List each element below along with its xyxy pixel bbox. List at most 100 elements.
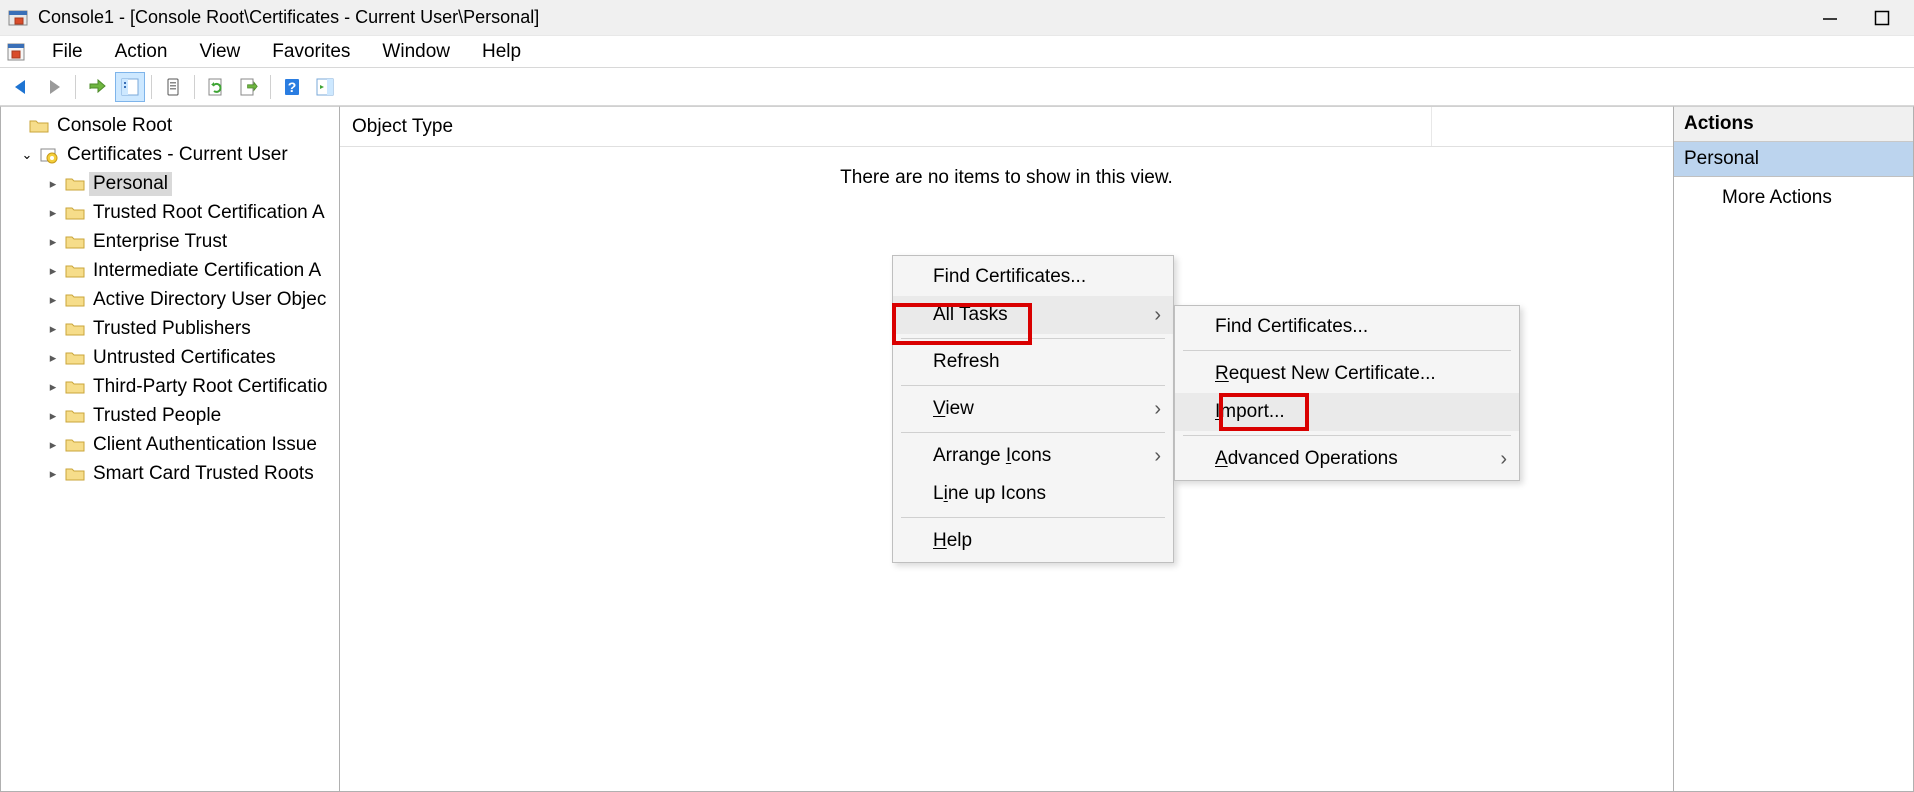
up-button[interactable] (82, 72, 112, 102)
menu-item[interactable]: Refresh (893, 343, 1173, 381)
tree-cert-root[interactable]: ⌄ Certificates - Current User (3, 140, 337, 169)
folder-icon (65, 379, 85, 395)
help-button[interactable]: ? (277, 72, 307, 102)
show-actions-button[interactable] (310, 72, 340, 102)
folder-icon (65, 234, 85, 250)
folder-icon (65, 408, 85, 424)
tree-label: Third-Party Root Certificatio (89, 375, 331, 399)
tree-label: Smart Card Trusted Roots (89, 462, 318, 486)
minimize-button[interactable] (1818, 6, 1842, 30)
scope-tree: ▸ Console Root ⌄ Certificates - Current … (3, 111, 337, 488)
toolbar-separator (270, 75, 271, 99)
expander-icon[interactable]: ▸ (45, 408, 61, 424)
folder-icon (65, 205, 85, 221)
actions-more-actions[interactable]: More Actions (1674, 177, 1913, 219)
actions-pane: Actions Personal More Actions (1674, 106, 1914, 792)
toolbar-separator (75, 75, 76, 99)
menu-item[interactable]: Advanced Operations (1175, 440, 1519, 478)
menu-file[interactable]: File (36, 37, 99, 67)
content-pane[interactable]: Object Type There are no items to show i… (340, 106, 1674, 792)
expander-icon[interactable]: ▸ (45, 379, 61, 395)
menu-help[interactable]: Help (466, 37, 537, 67)
expander-icon[interactable]: ▸ (45, 437, 61, 453)
folder-icon (65, 176, 85, 192)
menu-separator (1183, 350, 1511, 351)
menu-item[interactable]: All Tasks (893, 296, 1173, 334)
tree-item[interactable]: ▸ Third-Party Root Certificatio (3, 372, 337, 401)
properties-button[interactable] (158, 72, 188, 102)
menu-separator (901, 432, 1165, 433)
tree-item[interactable]: ▸Client Authentication Issue (3, 430, 337, 459)
menu-item-label: Refresh (933, 351, 1000, 373)
toolbar: ? (0, 68, 1914, 106)
back-button[interactable] (6, 72, 36, 102)
menu-item[interactable]: Find Certificates... (1175, 308, 1519, 346)
tree-item[interactable]: ▸ Trusted Publishers (3, 314, 337, 343)
menu-action[interactable]: Action (99, 37, 184, 67)
folder-icon (65, 350, 85, 366)
main-area: ▸ Console Root ⌄ Certificates - Current … (0, 106, 1914, 792)
menu-item[interactable]: Request New Certificate... (1175, 355, 1519, 393)
expander-icon[interactable]: ▸ (45, 292, 61, 308)
tree-label: Console Root (53, 114, 176, 138)
folder-icon (29, 118, 49, 134)
tree-item[interactable]: ▸Enterprise Trust (3, 227, 337, 256)
tree-pane[interactable]: ▸ Console Root ⌄ Certificates - Current … (0, 106, 340, 792)
context-submenu-all-tasks[interactable]: Find Certificates... Request New Certific… (1174, 305, 1520, 481)
tree-label: Trusted Publishers (89, 317, 255, 341)
menu-item[interactable]: Line up Icons (893, 475, 1173, 513)
expander-icon[interactable]: ⌄ (19, 147, 35, 163)
expander-icon[interactable]: ▸ (45, 466, 61, 482)
menu-separator (1183, 435, 1511, 436)
tree-item[interactable]: ▸ Smart Card Trusted Roots (3, 459, 337, 488)
empty-view-message: There are no items to show in this view. (340, 147, 1673, 189)
expander-icon[interactable]: ▸ (45, 205, 61, 221)
maximize-button[interactable] (1870, 6, 1894, 30)
folder-icon (65, 292, 85, 308)
toolbar-separator (151, 75, 152, 99)
tree-label: Untrusted Certificates (89, 346, 280, 370)
actions-section-title: Personal (1674, 142, 1913, 177)
menu-item[interactable]: Arrange Icons (893, 437, 1173, 475)
show-tree-button[interactable] (115, 72, 145, 102)
forward-button[interactable] (39, 72, 69, 102)
menu-item[interactable]: Help (893, 522, 1173, 560)
tree-label: Certificates - Current User (63, 143, 292, 167)
tree-item[interactable]: ▸ Untrusted Certificates (3, 343, 337, 372)
export-button[interactable] (234, 72, 264, 102)
context-menu[interactable]: Find Certificates... All Tasks Refresh View… (892, 255, 1174, 563)
expander-icon[interactable]: ▸ (45, 321, 61, 337)
tree-item-personal[interactable]: ▸ Personal (3, 169, 337, 198)
tree-item[interactable]: ▸Intermediate Certification A (3, 256, 337, 285)
menu-favorites[interactable]: Favorites (256, 37, 366, 67)
mmc-app-icon (8, 8, 28, 28)
column-header-object-type[interactable]: Object Type (352, 116, 1431, 138)
menu-separator (901, 338, 1165, 339)
folder-icon (65, 466, 85, 482)
menu-bar: File Action View Favorites Window Help (0, 36, 1914, 68)
menu-window[interactable]: Window (366, 37, 466, 67)
folder-icon (65, 321, 85, 337)
toolbar-separator (194, 75, 195, 99)
tree-root[interactable]: ▸ Console Root (3, 111, 337, 140)
expander-icon[interactable]: ▸ (45, 234, 61, 250)
expander-icon[interactable]: ▸ (45, 263, 61, 279)
menu-view[interactable]: View (183, 37, 256, 67)
expander-icon[interactable]: ▸ (45, 350, 61, 366)
column-header-row: Object Type (340, 107, 1673, 147)
menu-item[interactable]: Import... (1175, 393, 1519, 431)
menu-item[interactable]: View (893, 390, 1173, 428)
menu-item-label: Find Certificates... (933, 266, 1086, 288)
menu-item-label: Arrange Icons (933, 445, 1051, 467)
title-bar: Console1 - [Console Root\Certificates - … (0, 0, 1914, 36)
menu-item[interactable]: Find Certificates... (893, 258, 1173, 296)
mmc-doc-icon (6, 42, 26, 62)
tree-item[interactable]: ▸Active Directory User Objec (3, 285, 337, 314)
menu-separator (901, 517, 1165, 518)
menu-item-label: View (933, 398, 974, 420)
tree-item[interactable]: ▸Trusted Root Certification A (3, 198, 337, 227)
refresh-button[interactable] (201, 72, 231, 102)
expander-icon[interactable]: ▸ (45, 176, 61, 192)
tree-item[interactable]: ▸Trusted People (3, 401, 337, 430)
window-controls (1818, 6, 1906, 30)
